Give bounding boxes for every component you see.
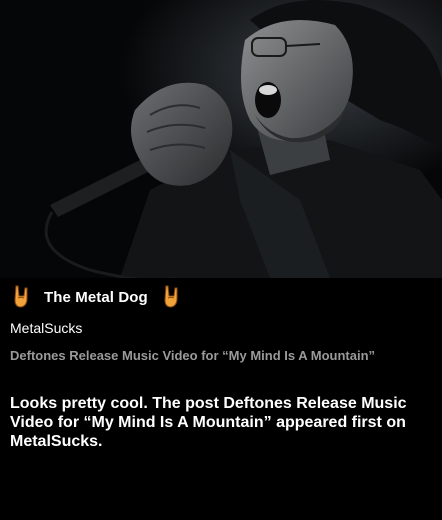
rock-horns-icon [10, 284, 34, 310]
article-summary: Looks pretty cool. The post Deftones Rel… [10, 395, 407, 450]
brand-header[interactable]: The Metal Dog [10, 284, 184, 310]
article-source: MetalSucks [10, 320, 83, 336]
singer-photo [0, 0, 442, 278]
article-headline[interactable]: Deftones Release Music Video for “My Min… [10, 348, 410, 364]
rock-horns-icon [160, 284, 184, 310]
hero-image[interactable] [0, 0, 442, 278]
brand-name: The Metal Dog [44, 288, 148, 306]
